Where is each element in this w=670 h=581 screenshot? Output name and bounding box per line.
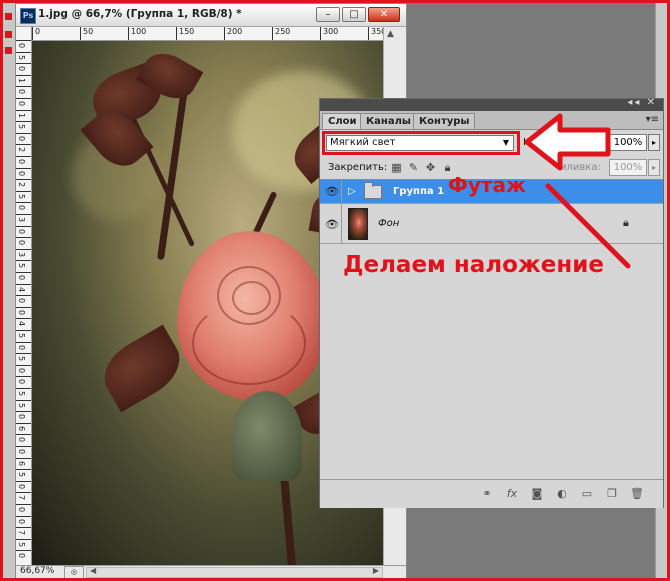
blend-mode-highlight [322, 131, 520, 155]
footage-label: Футаж [448, 173, 526, 197]
arrow-left-icon [524, 113, 611, 171]
overlay-label: Делаем наложение [343, 252, 605, 278]
annotation-arrows [524, 113, 631, 269]
